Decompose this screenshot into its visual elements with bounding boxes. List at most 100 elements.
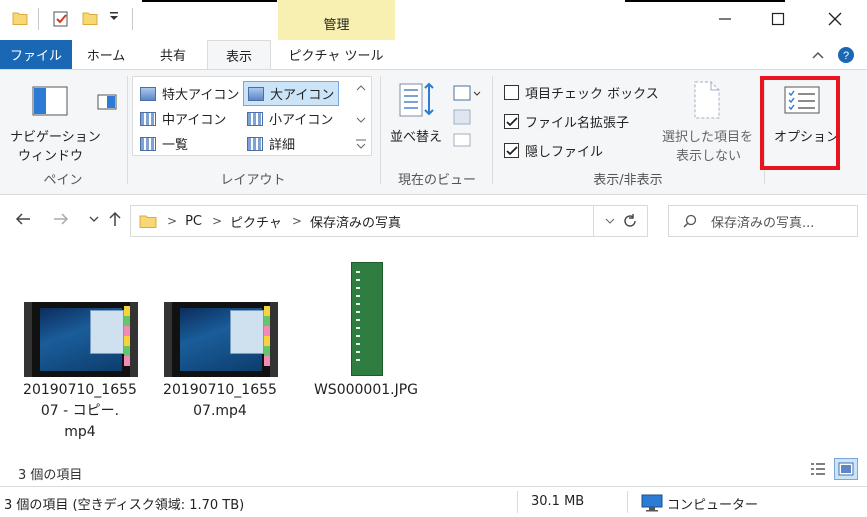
navigation-pane-icon	[32, 86, 68, 116]
options-highlight-box	[760, 76, 840, 170]
chevron-down-icon	[89, 216, 99, 222]
pane-group-label: ペイン	[43, 173, 83, 188]
layout-medium-icons[interactable]: 中アイコン	[140, 109, 226, 128]
checkmark-icon	[505, 145, 518, 155]
file-name: 20190710_1655 07 - コピー. mp4	[23, 382, 137, 440]
hidden-items-option[interactable]: 隠しファイル	[504, 141, 603, 160]
search-icon	[683, 214, 697, 228]
manage-context-label: 管理	[323, 18, 350, 33]
show-hide-group-label: 表示/非表示	[593, 173, 663, 188]
file-name: 20190710_1655 07.mp4	[163, 382, 277, 419]
nav-pane-label-2[interactable]: ウィンドウ	[18, 145, 83, 164]
collapse-ribbon-chevron-icon[interactable]	[811, 50, 825, 60]
file-name: WS000001.JPG	[313, 382, 419, 398]
large-icons-icon	[248, 86, 264, 101]
tab-home[interactable]: ホーム	[76, 40, 136, 69]
details-view-button[interactable]	[806, 458, 830, 480]
breadcrumb-separator-icon: >	[291, 214, 302, 228]
layout-details[interactable]: 詳細	[247, 134, 295, 153]
close-button[interactable]	[820, 6, 850, 32]
maximize-icon	[771, 12, 785, 26]
image-thumbnail	[351, 262, 383, 376]
folder-icon	[12, 12, 28, 25]
status-bar: 3 個の項目 (空きディスク領域: 1.70 TB) 30.1 MB コンピュー…	[0, 486, 867, 517]
layout-large-icons[interactable]: 大アイコン	[243, 81, 340, 106]
hide-selected-label-1[interactable]: 選択した項目を	[662, 126, 753, 145]
title-top-line	[142, 0, 277, 2]
group-by-add-columns-icons[interactable]	[452, 82, 482, 150]
manage-context-tab[interactable]: 管理	[278, 0, 395, 40]
toolbar-divider	[38, 8, 39, 30]
large-icons-view-button[interactable]	[834, 458, 858, 480]
up-arrow-icon	[109, 211, 121, 226]
properties-check-icon[interactable]	[52, 10, 70, 28]
breadcrumb-pc[interactable]: PC	[185, 214, 202, 229]
sort-by-icon	[399, 82, 434, 117]
video-thumbnail	[164, 302, 278, 377]
title-bar: 管理	[0, 0, 867, 40]
group-separator	[380, 76, 381, 184]
status-divider	[627, 491, 628, 513]
back-button[interactable]	[12, 208, 34, 230]
file-name-extensions-option[interactable]: ファイル名拡張子	[504, 112, 629, 131]
recent-locations-button[interactable]	[83, 208, 105, 230]
preview-pane-icon[interactable]	[97, 94, 117, 110]
forward-arrow-icon	[54, 213, 69, 225]
quick-access-dropdown-icon[interactable]	[108, 10, 120, 22]
forward-button[interactable]	[50, 208, 72, 230]
search-placeholder: 保存済みの写真...	[711, 215, 815, 231]
breadcrumb-pictures[interactable]: ピクチャ	[230, 212, 282, 231]
item-check-boxes-checkbox[interactable]	[504, 85, 519, 100]
breadcrumb-separator-icon: >	[211, 214, 223, 228]
hide-selected-items-icon	[694, 81, 720, 119]
toolbar-divider	[132, 8, 133, 30]
folder-icon	[139, 215, 157, 228]
address-dropdown-icon[interactable]	[605, 210, 615, 232]
minimize-icon	[719, 18, 731, 20]
layout-small-icons[interactable]: 小アイコン	[247, 109, 333, 128]
ribbon-tab-row: ファイル ホーム 共有 表示 ピクチャ ツール ?	[0, 40, 867, 70]
extra-large-icons-icon	[140, 86, 156, 101]
tab-view[interactable]: 表示	[207, 40, 271, 70]
layout-list[interactable]: 一覧	[140, 134, 188, 153]
tab-share[interactable]: 共有	[144, 40, 202, 69]
address-bar[interactable]: > PC > ピクチャ > 保存済みの写真	[130, 205, 648, 237]
address-divider	[593, 206, 594, 236]
group-separator	[492, 76, 493, 184]
minimize-button[interactable]	[710, 6, 740, 32]
hide-selected-label-2[interactable]: 表示しない	[676, 145, 741, 164]
svg-text:?: ?	[843, 50, 849, 62]
tab-picture-tools[interactable]: ピクチャ ツール	[276, 40, 396, 69]
refresh-icon[interactable]	[621, 212, 639, 230]
status-location: コンピューター	[667, 498, 759, 513]
computer-icon	[641, 494, 663, 512]
layout-gallery-scroll-icon[interactable]	[354, 78, 368, 154]
breadcrumb-separator-icon: >	[167, 214, 178, 228]
back-arrow-icon	[15, 213, 30, 225]
layout-extra-large-icons[interactable]: 特大アイコン	[140, 84, 239, 103]
close-icon	[828, 12, 842, 26]
search-input[interactable]: 保存済みの写真...	[668, 205, 858, 237]
small-icons-icon	[247, 111, 263, 126]
item-count: 3 個の項目	[18, 468, 83, 483]
medium-icons-icon	[140, 111, 156, 126]
checkmark-icon	[505, 116, 518, 126]
maximize-button[interactable]	[763, 6, 793, 32]
nav-pane-label-1[interactable]: ナビゲーション	[10, 126, 101, 145]
layout-group-label: レイアウト	[220, 173, 286, 188]
group-separator	[127, 76, 128, 184]
file-name-extensions-checkbox[interactable]	[504, 114, 519, 129]
details-icon	[247, 136, 263, 151]
file-list-area: 20190710_1655 07 - コピー. mp4 20190710_165…	[0, 246, 867, 458]
breadcrumb-saved-pictures[interactable]: 保存済みの写真	[310, 212, 401, 231]
status-summary: 3 個の項目 (空きディスク領域: 1.70 TB)	[4, 498, 245, 513]
hidden-items-checkbox[interactable]	[504, 143, 519, 158]
up-button[interactable]	[104, 208, 126, 230]
sort-by-label[interactable]: 並べ替え	[390, 126, 442, 145]
item-check-boxes-option[interactable]: 項目チェック ボックス	[504, 83, 659, 102]
new-folder-icon[interactable]	[82, 10, 98, 26]
title-top-line	[625, 0, 785, 2]
view-toggles	[806, 458, 858, 480]
tab-file[interactable]: ファイル	[0, 40, 72, 69]
help-icon[interactable]: ?	[837, 46, 855, 64]
